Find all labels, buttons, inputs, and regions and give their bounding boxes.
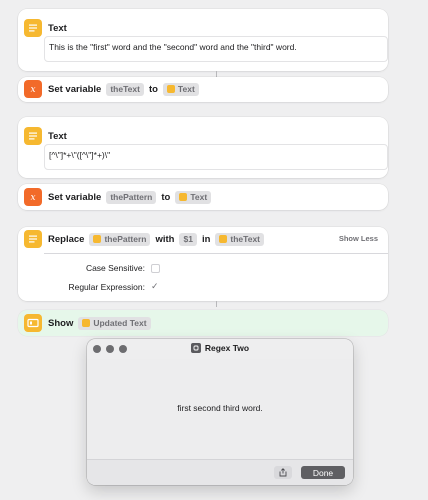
dialog-footer: Done — [87, 459, 353, 485]
case-sensitive-label: Case Sensitive: — [85, 263, 145, 273]
dialog-title-text: Regex Two — [204, 343, 250, 353]
variable-icon — [93, 235, 102, 243]
pattern-token[interactable]: thePattern — [89, 232, 151, 246]
token-label: thePattern — [104, 234, 147, 244]
token-label: Text — [177, 84, 195, 94]
in-word: in — [201, 233, 211, 245]
text-action-card[interactable]: Text [^\"]*+\"([^\"]*+)\" — [18, 117, 388, 178]
action-header: Replace thePattern with $1 in theText — [24, 230, 265, 248]
case-sensitive-checkbox[interactable] — [151, 264, 160, 273]
dialog-message: first second third word. — [177, 403, 263, 413]
action-title: Text — [48, 22, 67, 34]
shortcuts-app-icon — [190, 343, 201, 353]
action-header: Text — [24, 127, 67, 145]
dialog-titlebar[interactable]: Regex Two — [87, 339, 353, 359]
text-action-card[interactable]: Text This is the "first" word and the "s… — [18, 9, 388, 71]
to-word: to — [161, 191, 171, 203]
share-icon — [279, 468, 287, 477]
show-result-icon — [24, 314, 42, 332]
replace-action-card[interactable]: Replace thePattern with $1 in theText Sh… — [18, 227, 388, 301]
action-title: Text — [48, 130, 67, 142]
x-variable-icon: x — [24, 188, 42, 206]
set-variable-action-card[interactable]: x Set variable thePattern to Text — [18, 184, 388, 210]
variable-name-token[interactable]: thePattern — [106, 190, 157, 204]
dialog-title: Regex Two — [87, 343, 353, 353]
action-title: Replace — [48, 233, 85, 245]
action-title: Set variable — [48, 191, 102, 203]
text-lines-icon — [82, 319, 91, 327]
text-lines-icon — [179, 193, 188, 201]
to-word: to — [148, 83, 158, 95]
text-input-field[interactable]: [^\"]*+\"([^\"]*+)\" — [44, 144, 388, 170]
svg-text:x: x — [30, 85, 35, 94]
action-header: Show Updated Text — [24, 314, 151, 332]
show-less-button[interactable]: Show Less — [339, 234, 378, 243]
token-label: Text — [190, 192, 208, 202]
action-header: Text — [24, 19, 67, 37]
x-variable-icon: x — [24, 80, 42, 98]
svg-text:x: x — [30, 193, 35, 202]
action-title: Set variable — [48, 83, 102, 95]
replacement-token[interactable]: $1 — [179, 232, 197, 246]
text-value-token[interactable]: Text — [162, 82, 199, 96]
action-title: Show — [48, 317, 74, 329]
variable-name-token[interactable]: theText — [106, 82, 144, 96]
text-lines-icon — [166, 85, 175, 93]
set-variable-action-card[interactable]: x Set variable theText to Text — [18, 77, 388, 102]
with-word: with — [155, 233, 175, 245]
regex-checkmark-icon[interactable]: ✓ — [151, 281, 159, 292]
share-button[interactable] — [274, 466, 292, 479]
text-lines-icon — [24, 19, 42, 37]
result-dialog-window[interactable]: Regex Two first second third word. Done — [87, 339, 353, 485]
text-input-field[interactable]: This is the "first" word and the "second… — [44, 36, 388, 62]
text-value-token[interactable]: Text — [175, 190, 212, 204]
text-lines-icon — [24, 127, 42, 145]
token-label: theText — [230, 234, 261, 244]
action-header: x Set variable theText to Text — [24, 80, 199, 98]
token-label: Updated Text — [93, 318, 147, 328]
regex-label: Regular Expression: — [68, 282, 145, 292]
updated-text-token[interactable]: Updated Text — [78, 316, 151, 330]
divider — [44, 253, 388, 254]
done-button[interactable]: Done — [301, 466, 345, 479]
input-token[interactable]: theText — [215, 232, 265, 246]
action-header: x Set variable thePattern to Text — [24, 188, 212, 206]
text-lines-icon — [24, 230, 42, 248]
variable-icon — [219, 235, 228, 243]
show-result-action-card[interactable]: Show Updated Text — [18, 310, 388, 336]
connector-line — [216, 301, 217, 307]
